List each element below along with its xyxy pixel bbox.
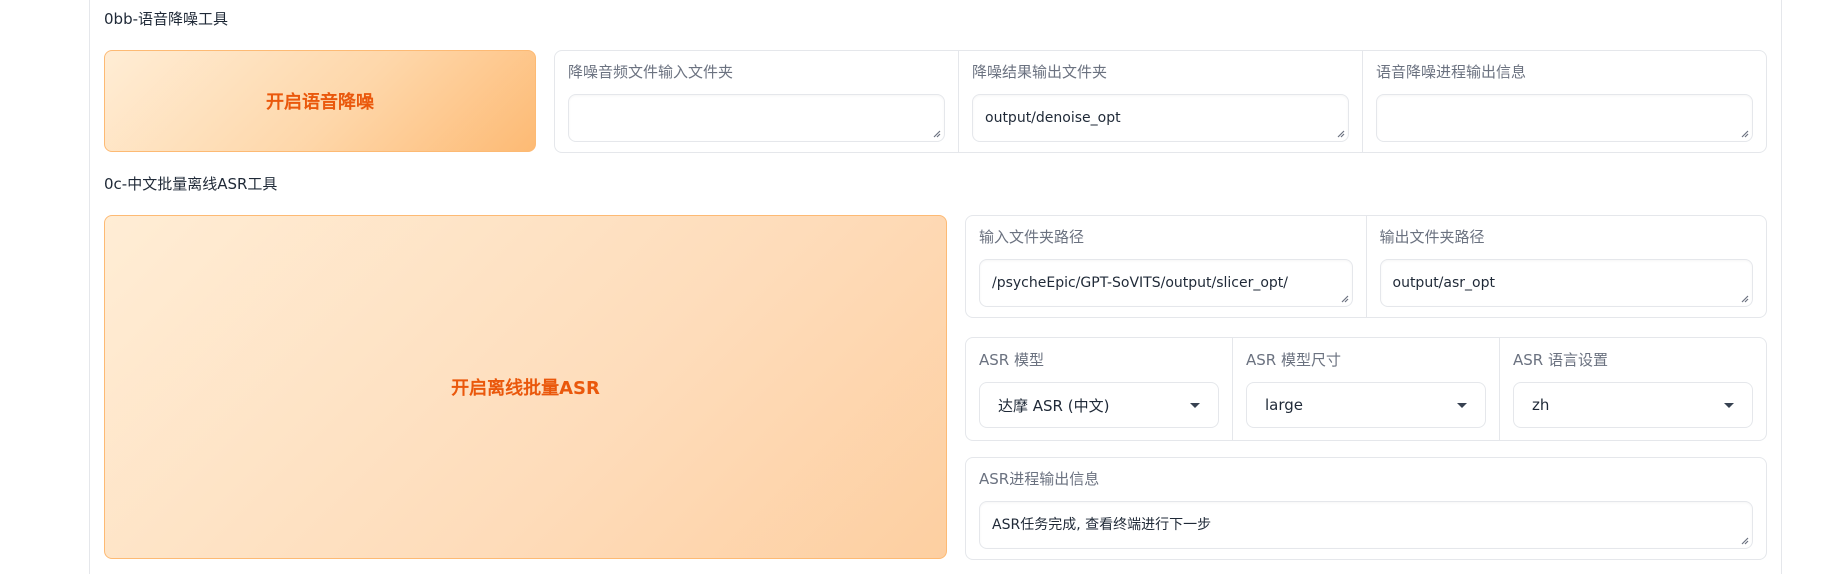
asr-input-path-value: /psycheEpic/GPT-SoVITS/output/slicer_opt… [992, 275, 1289, 291]
asr-progress-value: ASR任务完成, 查看终端进行下一步 [992, 517, 1212, 533]
denoise-progress-textbox[interactable] [1376, 94, 1753, 142]
asr-model-dropdown[interactable]: 达摩 ASR (中文) [979, 382, 1219, 428]
asr-paths-panel: 输入文件夹路径 /psycheEpic/GPT-SoVITS/output/sl… [965, 215, 1767, 318]
resize-handle-icon[interactable] [1739, 128, 1749, 138]
asr-model-size-label: ASR 模型尺寸 [1246, 351, 1341, 369]
denoise-input-folder-textbox[interactable] [568, 94, 945, 142]
denoise-options-panel: 降噪音频文件输入文件夹 降噪结果输出文件夹 output/denoise_opt… [554, 50, 1767, 153]
asr-language-value: zh [1532, 396, 1550, 414]
denoise-progress-cell: 语音降噪进程输出信息 [1362, 51, 1766, 152]
chevron-down-icon [1724, 402, 1734, 408]
asr-input-path-textbox[interactable]: /psycheEpic/GPT-SoVITS/output/slicer_opt… [979, 259, 1353, 307]
denoise-section-title: 0bb-语音降噪工具 [104, 10, 228, 28]
resize-handle-icon[interactable] [931, 128, 941, 138]
asr-input-path-label: 输入文件夹路径 [979, 228, 1085, 246]
asr-language-cell: ASR 语言设置 zh [1499, 338, 1766, 440]
main-container: 0bb-语音降噪工具 开启语音降噪 降噪音频文件输入文件夹 降噪结果输出文件夹 … [89, 0, 1782, 574]
asr-input-path-cell: 输入文件夹路径 /psycheEpic/GPT-SoVITS/output/sl… [966, 216, 1366, 317]
asr-language-dropdown[interactable]: zh [1513, 382, 1753, 428]
asr-model-label: ASR 模型 [979, 351, 1044, 369]
asr-progress-label: ASR进程输出信息 [979, 470, 1100, 488]
asr-output-path-value: output/asr_opt [1392, 275, 1495, 291]
asr-progress-panel: ASR进程输出信息 ASR任务完成, 查看终端进行下一步 [965, 457, 1767, 560]
asr-output-path-label: 输出文件夹路径 [1379, 228, 1485, 246]
resize-handle-icon[interactable] [1739, 535, 1749, 545]
denoise-input-folder-label: 降噪音频文件输入文件夹 [568, 63, 734, 81]
asr-output-path-cell: 输出文件夹路径 output/asr_opt [1365, 216, 1767, 317]
resize-handle-icon[interactable] [1339, 293, 1349, 303]
asr-model-value: 达摩 ASR (中文) [998, 396, 1110, 415]
asr-language-label: ASR 语言设置 [1513, 351, 1608, 369]
asr-progress-cell: ASR进程输出信息 ASR任务完成, 查看终端进行下一步 [966, 458, 1766, 559]
asr-model-size-dropdown[interactable]: large [1246, 382, 1486, 428]
start-asr-button[interactable]: 开启离线批量ASR [104, 215, 947, 559]
denoise-input-folder-cell: 降噪音频文件输入文件夹 [555, 51, 958, 152]
denoise-output-folder-value: output/denoise_opt [985, 110, 1121, 126]
denoise-output-folder-cell: 降噪结果输出文件夹 output/denoise_opt [958, 51, 1362, 152]
denoise-output-folder-textbox[interactable]: output/denoise_opt [972, 94, 1349, 142]
resize-handle-icon[interactable] [1739, 293, 1749, 303]
asr-settings-panel: ASR 模型 达摩 ASR (中文) ASR 模型尺寸 large ASR 语言… [965, 337, 1767, 441]
denoise-output-folder-label: 降噪结果输出文件夹 [972, 63, 1108, 81]
chevron-down-icon [1457, 402, 1467, 408]
denoise-progress-label: 语音降噪进程输出信息 [1376, 63, 1527, 81]
asr-model-size-cell: ASR 模型尺寸 large [1232, 338, 1499, 440]
resize-handle-icon[interactable] [1335, 128, 1345, 138]
asr-output-path-textbox[interactable]: output/asr_opt [1379, 259, 1753, 307]
asr-section-title: 0c-中文批量离线ASR工具 [104, 175, 278, 193]
start-denoise-button[interactable]: 开启语音降噪 [104, 50, 536, 152]
asr-model-size-value: large [1265, 396, 1304, 414]
asr-model-cell: ASR 模型 达摩 ASR (中文) [966, 338, 1232, 440]
chevron-down-icon [1190, 402, 1200, 408]
asr-progress-textbox[interactable]: ASR任务完成, 查看终端进行下一步 [979, 501, 1753, 549]
